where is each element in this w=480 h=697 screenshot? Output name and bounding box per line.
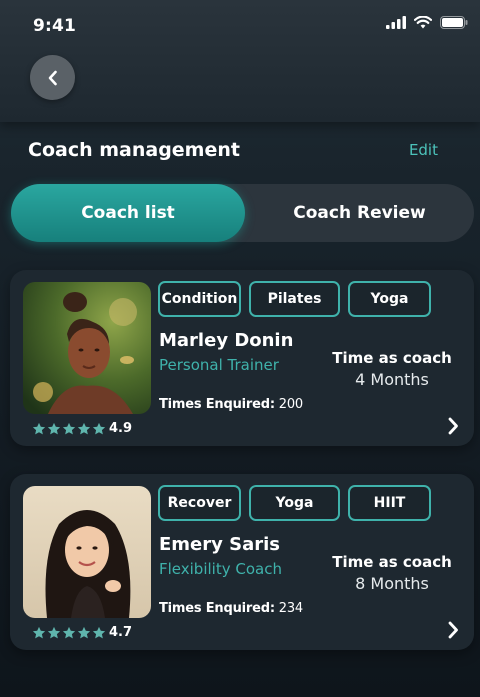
- chevron-right-icon[interactable]: [446, 416, 460, 436]
- star-icon: [47, 422, 61, 434]
- times-enquired-label: Times Enquired:: [159, 397, 275, 412]
- tag-chip[interactable]: Pilates: [249, 281, 340, 317]
- star-icon: [92, 626, 106, 638]
- battery-icon: [440, 16, 468, 29]
- star-icon: [62, 626, 76, 638]
- tab-coach-list[interactable]: Coach list: [11, 184, 245, 242]
- status-time: 9:41: [33, 16, 77, 36]
- tag-chip[interactable]: Recover: [158, 485, 241, 521]
- coach-photo: [23, 282, 151, 414]
- time-as-coach-label: Time as coach: [332, 553, 452, 571]
- rating-value: 4.7: [109, 625, 133, 640]
- page-title: Coach management: [28, 139, 240, 161]
- coach-role: Flexibility Coach: [159, 560, 282, 578]
- time-as-coach-value: 4 Months: [355, 370, 429, 389]
- edit-button[interactable]: Edit: [409, 141, 438, 159]
- times-enquired-value: 200: [278, 397, 303, 412]
- top-bar: 9:41: [0, 0, 480, 122]
- coach-name: Emery Saris: [159, 534, 281, 555]
- coach-card[interactable]: Recover Yoga HIIT Emery Saris Flexibilit…: [10, 474, 474, 650]
- back-button[interactable]: [30, 55, 75, 100]
- star-icon: [32, 422, 46, 434]
- rating-value: 4.9: [109, 421, 133, 436]
- tag-chip[interactable]: Condition: [158, 281, 241, 317]
- chevron-left-icon: [48, 70, 57, 85]
- tag-list: Condition Pilates Yoga: [158, 281, 431, 317]
- star-icon: [92, 422, 106, 434]
- tag-list: Recover Yoga HIIT: [158, 485, 431, 521]
- rating: 4.7: [32, 625, 132, 640]
- times-enquired-label: Times Enquired:: [159, 601, 275, 616]
- star-icon: [32, 626, 46, 638]
- tag-chip[interactable]: Yoga: [348, 281, 431, 317]
- coach-card[interactable]: Condition Pilates Yoga Marley Donin Pers…: [10, 270, 474, 446]
- time-as-coach-value: 8 Months: [355, 574, 429, 593]
- coach-photo: [23, 486, 151, 618]
- signal-icon: [386, 16, 406, 29]
- tab-coach-review[interactable]: Coach Review: [245, 184, 474, 242]
- time-as-coach-label: Time as coach: [332, 349, 452, 367]
- times-enquired-value: 234: [278, 601, 303, 616]
- tab-bar: Coach list Coach Review: [11, 184, 474, 242]
- coach-role: Personal Trainer: [159, 356, 279, 374]
- rating: 4.9: [32, 421, 132, 436]
- times-enquired: Times Enquired: 200: [159, 397, 303, 412]
- star-icon: [77, 626, 91, 638]
- tag-chip[interactable]: Yoga: [249, 485, 340, 521]
- status-icons: [386, 16, 468, 29]
- times-enquired: Times Enquired: 234: [159, 601, 303, 616]
- star-icon: [47, 626, 61, 638]
- star-icon: [77, 422, 91, 434]
- tag-chip[interactable]: HIIT: [348, 485, 431, 521]
- wifi-icon: [414, 16, 432, 29]
- chevron-right-icon[interactable]: [446, 620, 460, 640]
- coach-name: Marley Donin: [159, 330, 294, 351]
- star-icon: [62, 422, 76, 434]
